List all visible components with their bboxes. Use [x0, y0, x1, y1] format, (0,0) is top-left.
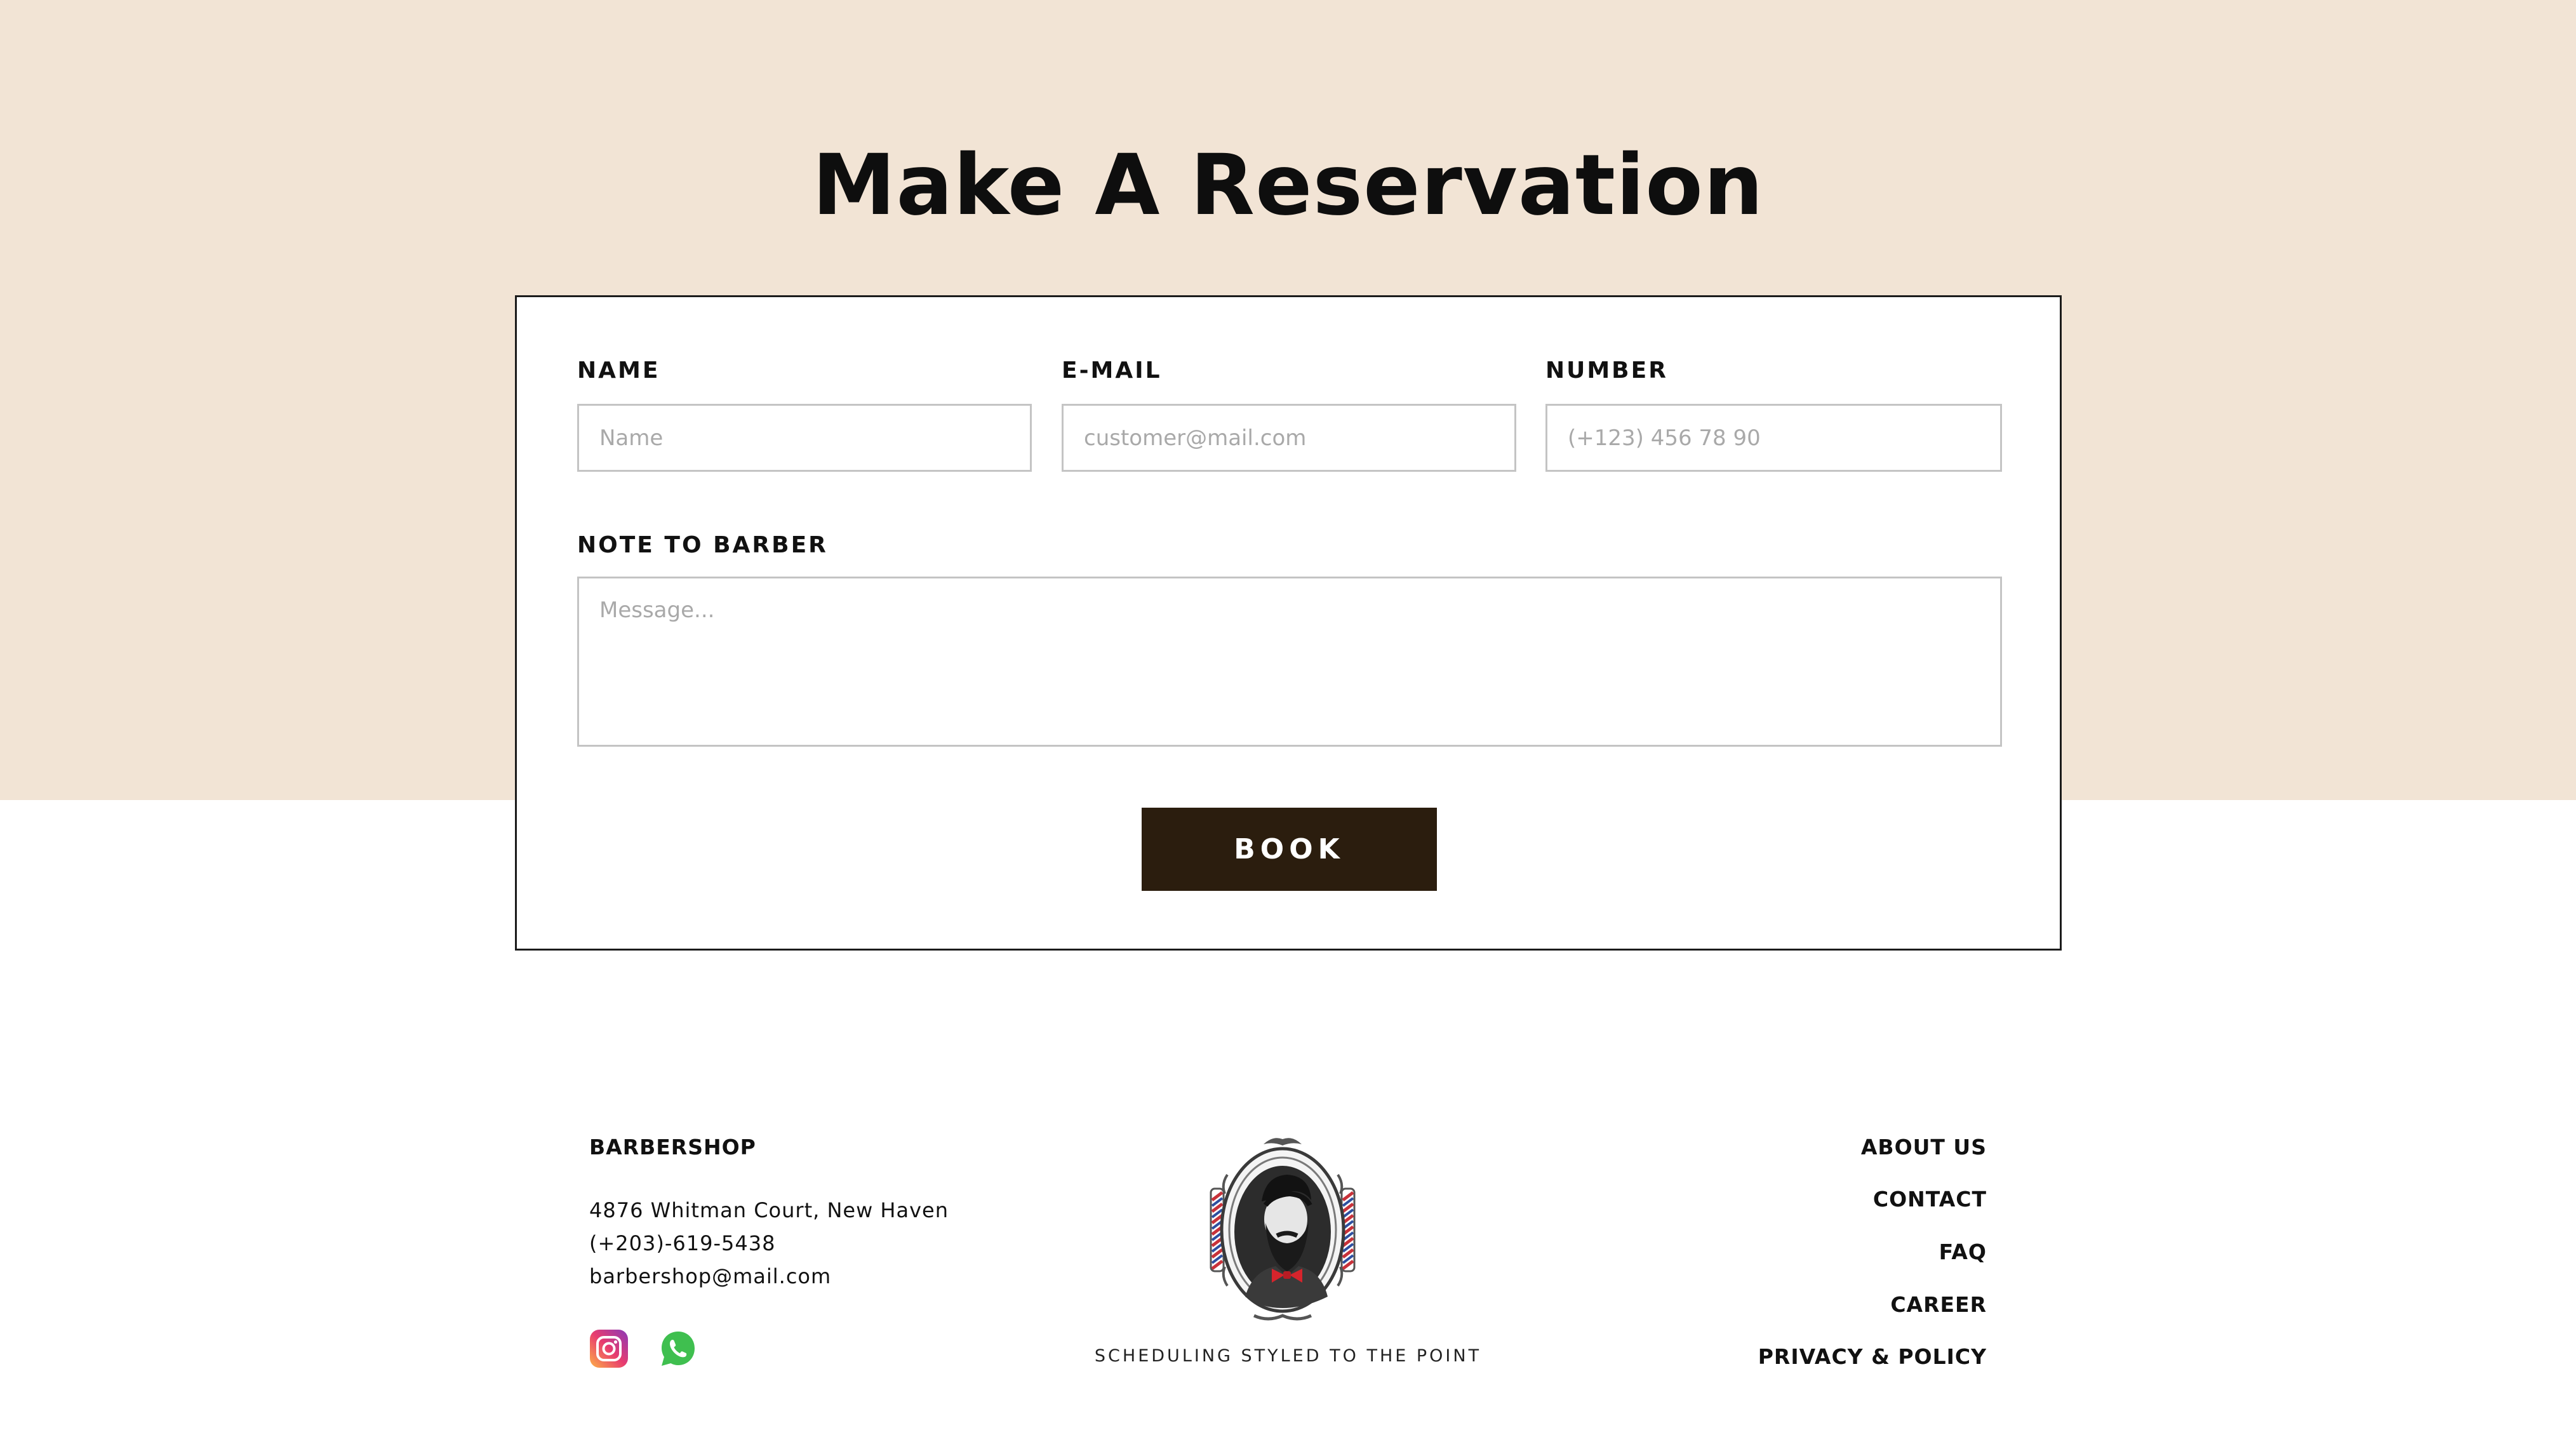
number-label: NUMBER [1545, 357, 1668, 384]
page-title: Make A Reservation [812, 137, 1764, 234]
footer-brand: BARBERSHOP [589, 1135, 756, 1159]
footer-phone: (+203)-619-5438 [589, 1231, 776, 1255]
name-input[interactable] [577, 404, 1032, 472]
book-button[interactable]: BOOK [1142, 808, 1437, 891]
reservation-form: NAME E-MAIL NUMBER NOTE TO BARBER BOOK [515, 295, 2062, 951]
footer-link-career[interactable]: CAREER [1890, 1292, 1987, 1317]
email-label: E-MAIL [1062, 357, 1162, 384]
footer-link-contact[interactable]: CONTACT [1873, 1187, 1987, 1212]
footer-link-faq[interactable]: FAQ [1939, 1239, 1987, 1264]
note-label: NOTE TO BARBER [577, 532, 828, 558]
name-label: NAME [577, 357, 660, 384]
email-input[interactable] [1062, 404, 1516, 472]
footer-email: barbershop@mail.com [589, 1264, 832, 1288]
footer-address: 4876 Whitman Court, New Haven [589, 1198, 949, 1222]
number-input[interactable] [1545, 404, 2002, 472]
footer-link-privacy-policy[interactable]: PRIVACY & POLICY [1758, 1344, 1987, 1369]
barbershop-logo [1210, 1130, 1356, 1324]
footer-tagline: SCHEDULING STYLED TO THE POINT [1094, 1346, 1482, 1366]
note-textarea[interactable] [577, 577, 2002, 747]
footer-link-about-us[interactable]: ABOUT US [1861, 1135, 1987, 1159]
